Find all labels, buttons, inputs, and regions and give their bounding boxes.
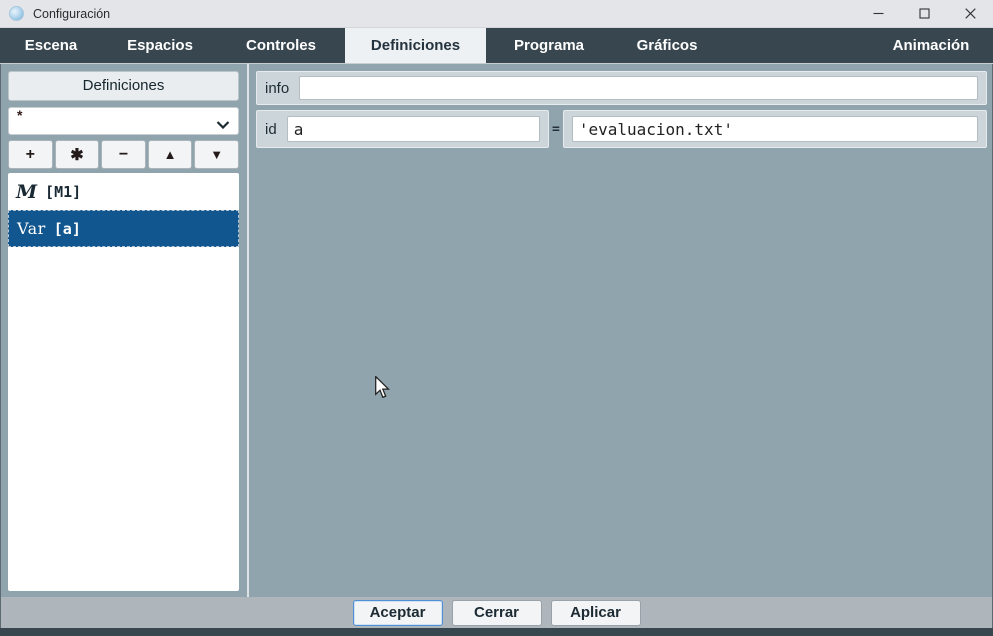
move-down-button[interactable]: ▼ bbox=[194, 140, 239, 169]
panel-title: Definiciones bbox=[8, 71, 239, 101]
minimize-icon bbox=[873, 8, 884, 19]
item-type-label: Var bbox=[17, 219, 46, 238]
item-token: [M1] bbox=[45, 183, 81, 201]
tab-controles[interactable]: Controles bbox=[237, 28, 325, 63]
app-icon bbox=[9, 6, 24, 21]
minus-icon: − bbox=[119, 146, 128, 164]
list-item-matrix[interactable]: M [M1] bbox=[8, 173, 239, 210]
definition-editor: info id = bbox=[249, 64, 993, 597]
close-icon bbox=[965, 8, 976, 19]
chevron-down-icon bbox=[216, 116, 230, 134]
wildcard-button[interactable]: ✱ bbox=[55, 140, 100, 169]
definitions-list: M [M1] Var [a] bbox=[8, 173, 239, 591]
configuration-window: Configuración Escena Espacios Controles … bbox=[0, 0, 993, 636]
title-bar: Configuración bbox=[0, 0, 993, 28]
id-expression-row: id = bbox=[256, 110, 987, 148]
window-bottom-edge bbox=[0, 628, 993, 636]
definitions-panel: Definiciones * + ✱ − ▲ ▼ M [M1] bbox=[0, 64, 247, 597]
list-item-variable[interactable]: Var [a] bbox=[8, 210, 239, 247]
tab-espacios[interactable]: Espacios bbox=[116, 28, 204, 63]
triangle-down-icon: ▼ bbox=[210, 147, 223, 162]
triangle-up-icon: ▲ bbox=[164, 147, 177, 162]
definition-filter-dropdown[interactable]: * bbox=[8, 107, 239, 135]
close-dialog-button[interactable]: Cerrar bbox=[452, 600, 542, 626]
window-title: Configuración bbox=[33, 7, 110, 21]
add-button[interactable]: + bbox=[8, 140, 53, 169]
info-label: info bbox=[265, 80, 289, 97]
id-input[interactable] bbox=[287, 116, 540, 142]
info-input[interactable] bbox=[299, 76, 978, 100]
dropdown-value: * bbox=[17, 108, 22, 122]
window-controls bbox=[855, 0, 993, 27]
content-area: Definiciones * + ✱ − ▲ ▼ M [M1] bbox=[0, 63, 993, 597]
item-token: [a] bbox=[54, 220, 81, 238]
tab-escena[interactable]: Escena bbox=[8, 28, 94, 63]
equals-sign: = bbox=[552, 122, 560, 137]
accept-button[interactable]: Aceptar bbox=[353, 600, 443, 626]
maximize-button[interactable] bbox=[901, 0, 947, 27]
close-button[interactable] bbox=[947, 0, 993, 27]
plus-icon: + bbox=[26, 146, 35, 164]
dialog-footer: Aceptar Cerrar Aplicar bbox=[0, 597, 993, 628]
id-label: id bbox=[265, 121, 277, 138]
tab-definiciones[interactable]: Definiciones bbox=[345, 28, 486, 63]
info-field-group: info bbox=[256, 71, 987, 105]
apply-button[interactable]: Aplicar bbox=[551, 600, 641, 626]
tab-animacion[interactable]: Animación bbox=[887, 28, 975, 63]
id-field-group: id bbox=[256, 110, 549, 148]
move-up-button[interactable]: ▲ bbox=[148, 140, 193, 169]
definitions-toolbar: + ✱ − ▲ ▼ bbox=[8, 140, 239, 169]
expression-field-group bbox=[563, 110, 987, 148]
mouse-pointer bbox=[374, 376, 390, 400]
tab-programa[interactable]: Programa bbox=[506, 28, 592, 63]
maximize-icon bbox=[919, 8, 930, 19]
asterisk-icon: ✱ bbox=[70, 145, 83, 165]
minimize-button[interactable] bbox=[855, 0, 901, 27]
remove-button[interactable]: − bbox=[101, 140, 146, 169]
tab-graficos[interactable]: Gráficos bbox=[624, 28, 710, 63]
item-type-label: M bbox=[16, 181, 37, 203]
expression-input[interactable] bbox=[572, 116, 978, 142]
tab-bar: Escena Espacios Controles Definiciones P… bbox=[0, 28, 993, 63]
